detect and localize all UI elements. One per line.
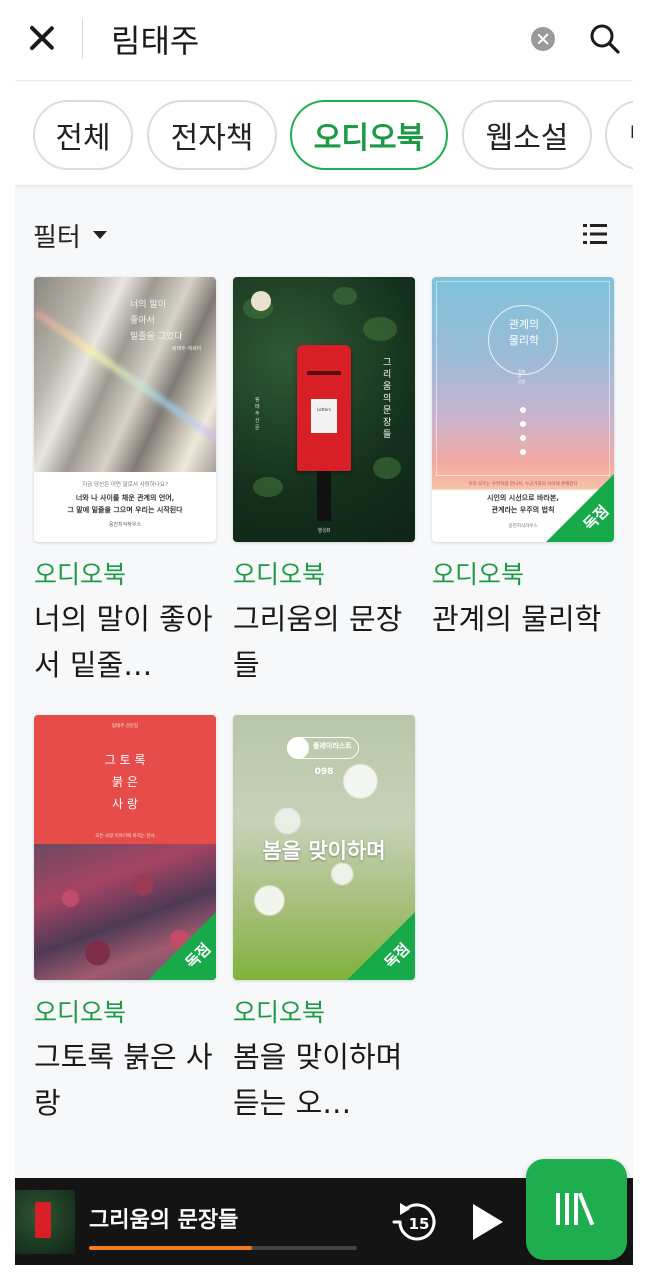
cover-vertical-title: 그리움의 문장들 — [383, 358, 392, 440]
cover-publisher: 행성B — [317, 528, 331, 534]
cover-stamp — [251, 291, 271, 311]
caret-down-icon — [92, 231, 107, 239]
book-title[interactable]: 너의 말이 좋아서 밑줄… — [34, 596, 218, 688]
cover-number: 098 — [314, 767, 334, 777]
book-type: 오디오북 — [233, 998, 326, 1027]
cover-lower-panel: 지금 당신은 어떤 말로서 사랑하나요? 너와 나 사이를 채운 관계의 언어,… — [34, 472, 216, 542]
search-bar — [15, 15, 633, 81]
search-divider — [82, 19, 83, 59]
player-progress-fill — [89, 1246, 253, 1250]
filter-button[interactable]: 필터 — [33, 217, 107, 253]
book-cover[interactable]: 너의 말이 좋아서 밑줄을 그었다 림태주 에세이 지금 당신은 어떤 말로서 … — [34, 277, 216, 542]
filter-label: 필터 — [33, 222, 81, 253]
cover-title: 너의 말이 좋아서 밑줄을 그었다 — [130, 300, 183, 342]
book-card[interactable]: 플레이리스트 098 봄을 맞이하며 독점 오디오북 봄을 맞이하며 듣는 오… — [233, 715, 417, 1126]
cover-title: 봄을 맞이하며 — [262, 839, 386, 863]
book-type: 오디오북 — [432, 560, 525, 589]
book-type: 오디오북 — [233, 560, 326, 589]
search-icon[interactable] — [589, 23, 621, 55]
tab-comic[interactable]: 만 — [605, 100, 633, 170]
cover-logo-text: 플레이리스트 — [313, 742, 352, 750]
category-tabs: 전체 전자책 오디오북 웹소설 만 — [15, 82, 633, 186]
book-title[interactable]: 관계의 물리학 — [432, 596, 616, 688]
library-button[interactable] — [526, 1159, 627, 1260]
book-cover[interactable]: Letters 그리움의 문장들 림태주 산문 행성B — [233, 277, 415, 542]
book-card[interactable]: 관계의 물리학 림태주 산문 우리 모두는 우연처럼 만나서, 누군가와의 사이… — [432, 277, 616, 688]
book-card[interactable]: 림태주 산문집 그 토 록 붉 은 사 랑 모든 사랑 이야기에 바치는 헌사 … — [34, 715, 218, 1126]
play-icon[interactable] — [469, 1202, 505, 1242]
tab-all[interactable]: 전체 — [33, 100, 133, 170]
book-card[interactable]: 너의 말이 좋아서 밑줄을 그었다 림태주 에세이 지금 당신은 어떤 말로서 … — [34, 277, 218, 688]
book-cover[interactable]: 플레이리스트 098 봄을 맞이하며 독점 — [233, 715, 415, 980]
cover-title: 관계의 물리학 — [508, 318, 540, 347]
rewind-15-icon[interactable]: 15 — [392, 1197, 442, 1247]
close-icon[interactable] — [27, 23, 57, 53]
cover-author: 림태주 산문 — [518, 369, 526, 384]
search-input[interactable] — [111, 17, 511, 61]
book-title[interactable]: 봄을 맞이하며 듣는 오… — [233, 1034, 417, 1126]
book-title[interactable]: 그리움의 문장들 — [233, 596, 417, 688]
library-icon — [556, 1192, 595, 1226]
clear-circle-icon[interactable] — [531, 27, 555, 51]
book-title[interactable]: 그토록 붉은 사랑 — [34, 1034, 218, 1126]
tab-webnovel[interactable]: 웹소설 — [462, 100, 592, 170]
book-type: 오디오북 — [34, 560, 127, 589]
cover-author: 림태주 에세이 — [172, 346, 202, 352]
book-cover[interactable]: 림태주 산문집 그 토 록 붉 은 사 랑 모든 사랑 이야기에 바치는 헌사 … — [34, 715, 216, 980]
book-cover[interactable]: 관계의 물리학 림태주 산문 우리 모두는 우연처럼 만나서, 누군가와의 사이… — [432, 277, 614, 542]
list-view-icon[interactable] — [583, 223, 607, 245]
player-thumbnail[interactable] — [15, 1190, 75, 1254]
player-title[interactable]: 그리움의 문장들 — [89, 1202, 238, 1234]
tab-ebook[interactable]: 전자책 — [147, 100, 277, 170]
cover-postbox: Letters — [297, 345, 351, 471]
rewind-15-label: 15 — [409, 1215, 430, 1233]
filter-row: 필터 — [15, 187, 633, 277]
cover-title: 그 토 록 붉 은 사 랑 — [104, 753, 146, 811]
book-type: 오디오북 — [34, 998, 127, 1027]
app-screen: 전체 전자책 오디오북 웹소설 만 필터 너의 말이 좋아서 밑줄을 그었다 — [15, 15, 633, 1265]
book-card[interactable]: Letters 그리움의 문장들 림태주 산문 행성B 오디오북 그리움의 문장… — [233, 277, 417, 688]
tab-audiobook[interactable]: 오디오북 — [290, 100, 448, 170]
cover-author: 림태주 산문 — [255, 397, 260, 431]
player-progress-bar[interactable] — [89, 1246, 357, 1250]
